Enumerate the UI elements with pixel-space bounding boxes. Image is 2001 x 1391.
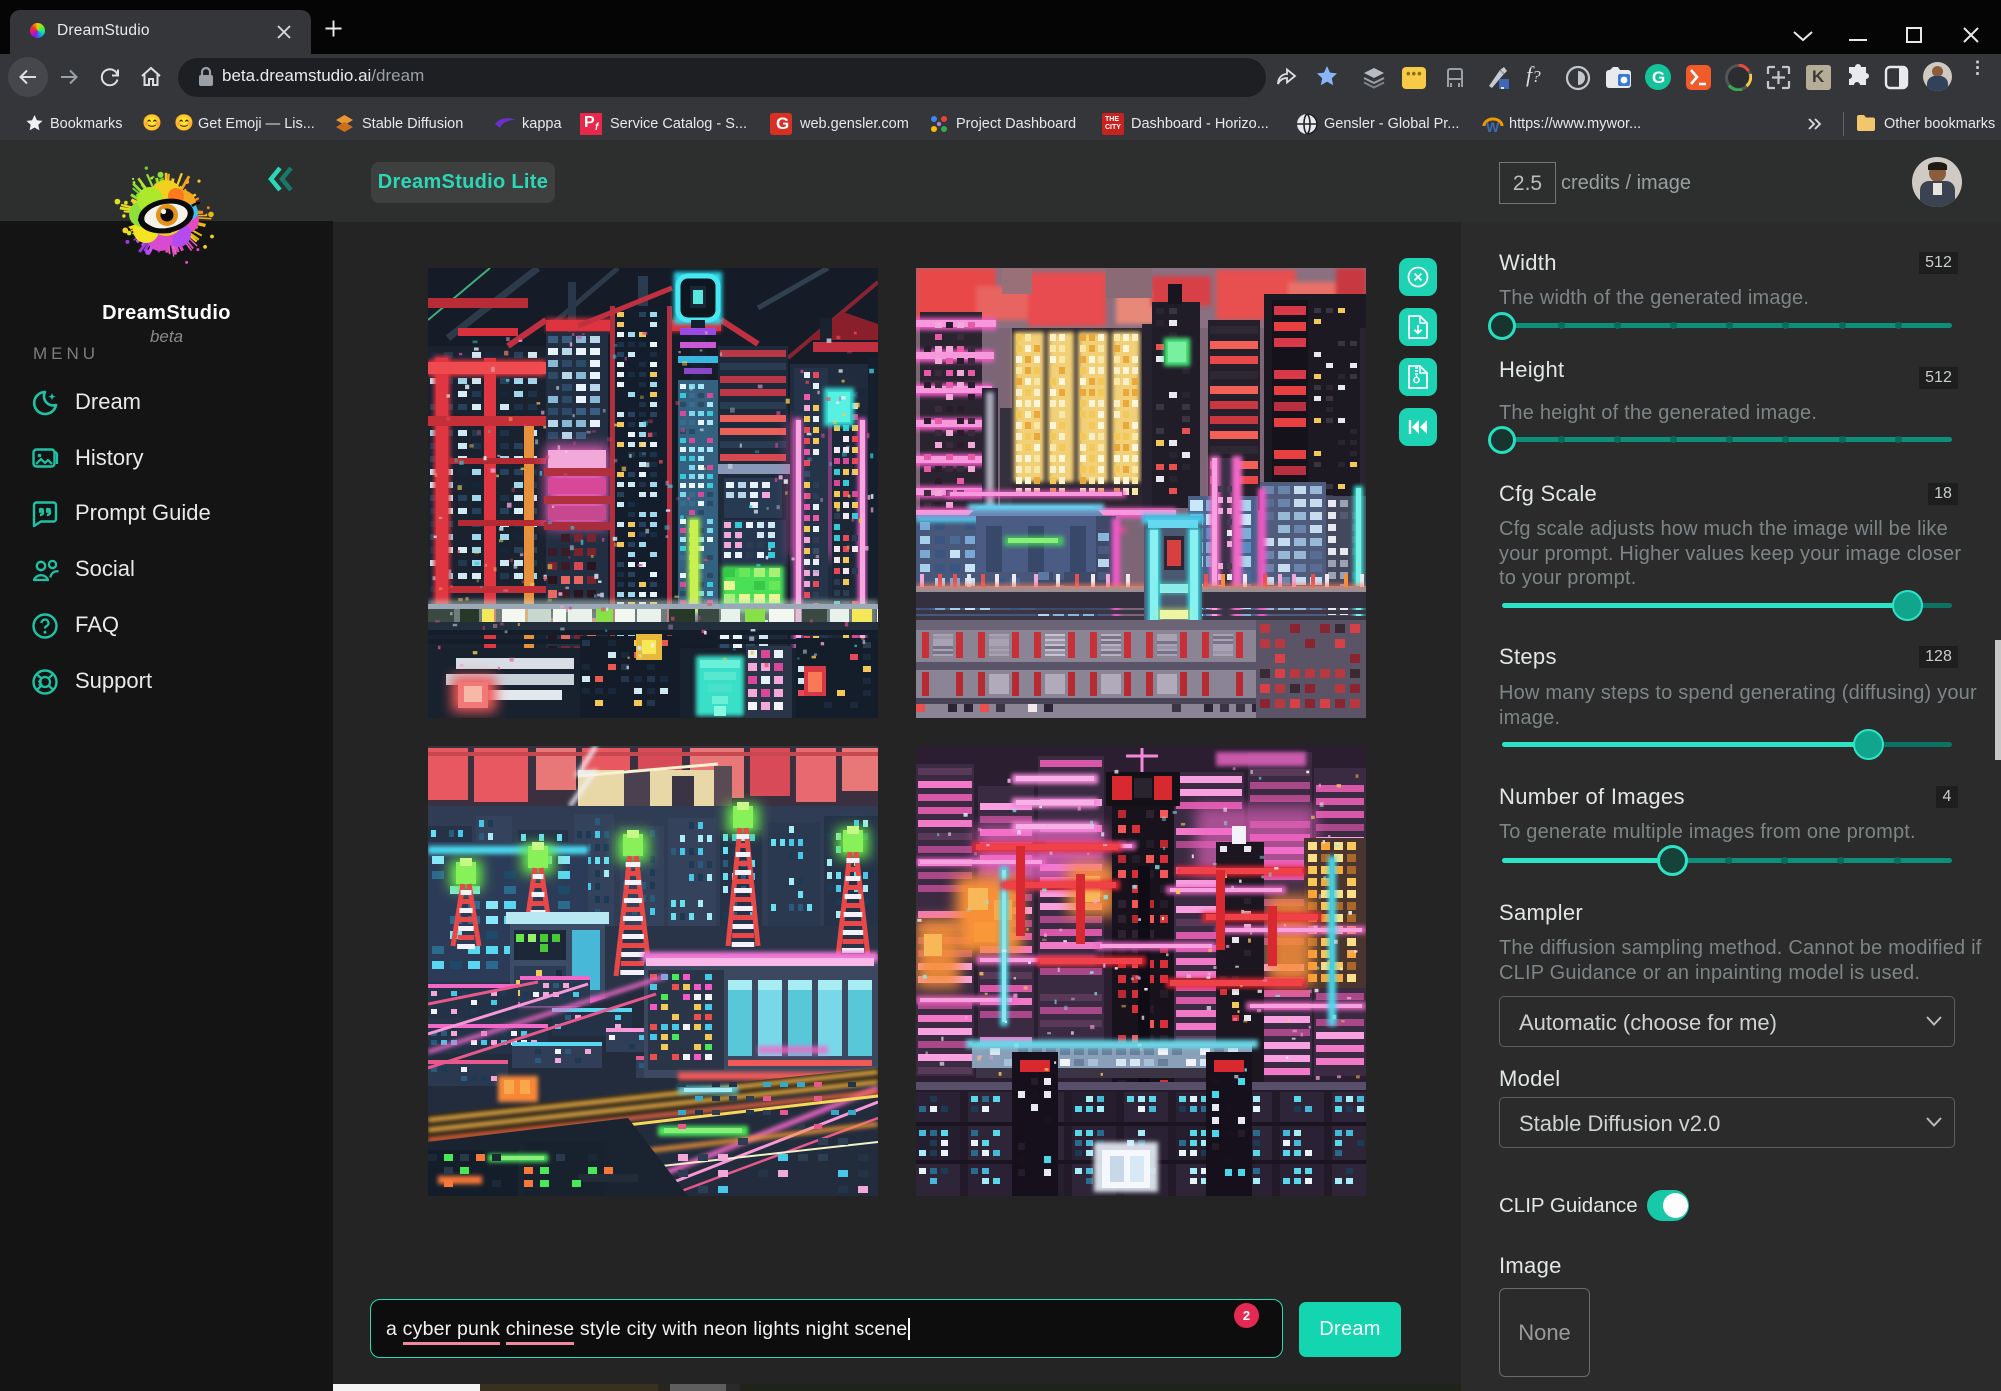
svg-text:$: $ (38, 679, 43, 688)
svg-text:W: W (1486, 119, 1500, 135)
